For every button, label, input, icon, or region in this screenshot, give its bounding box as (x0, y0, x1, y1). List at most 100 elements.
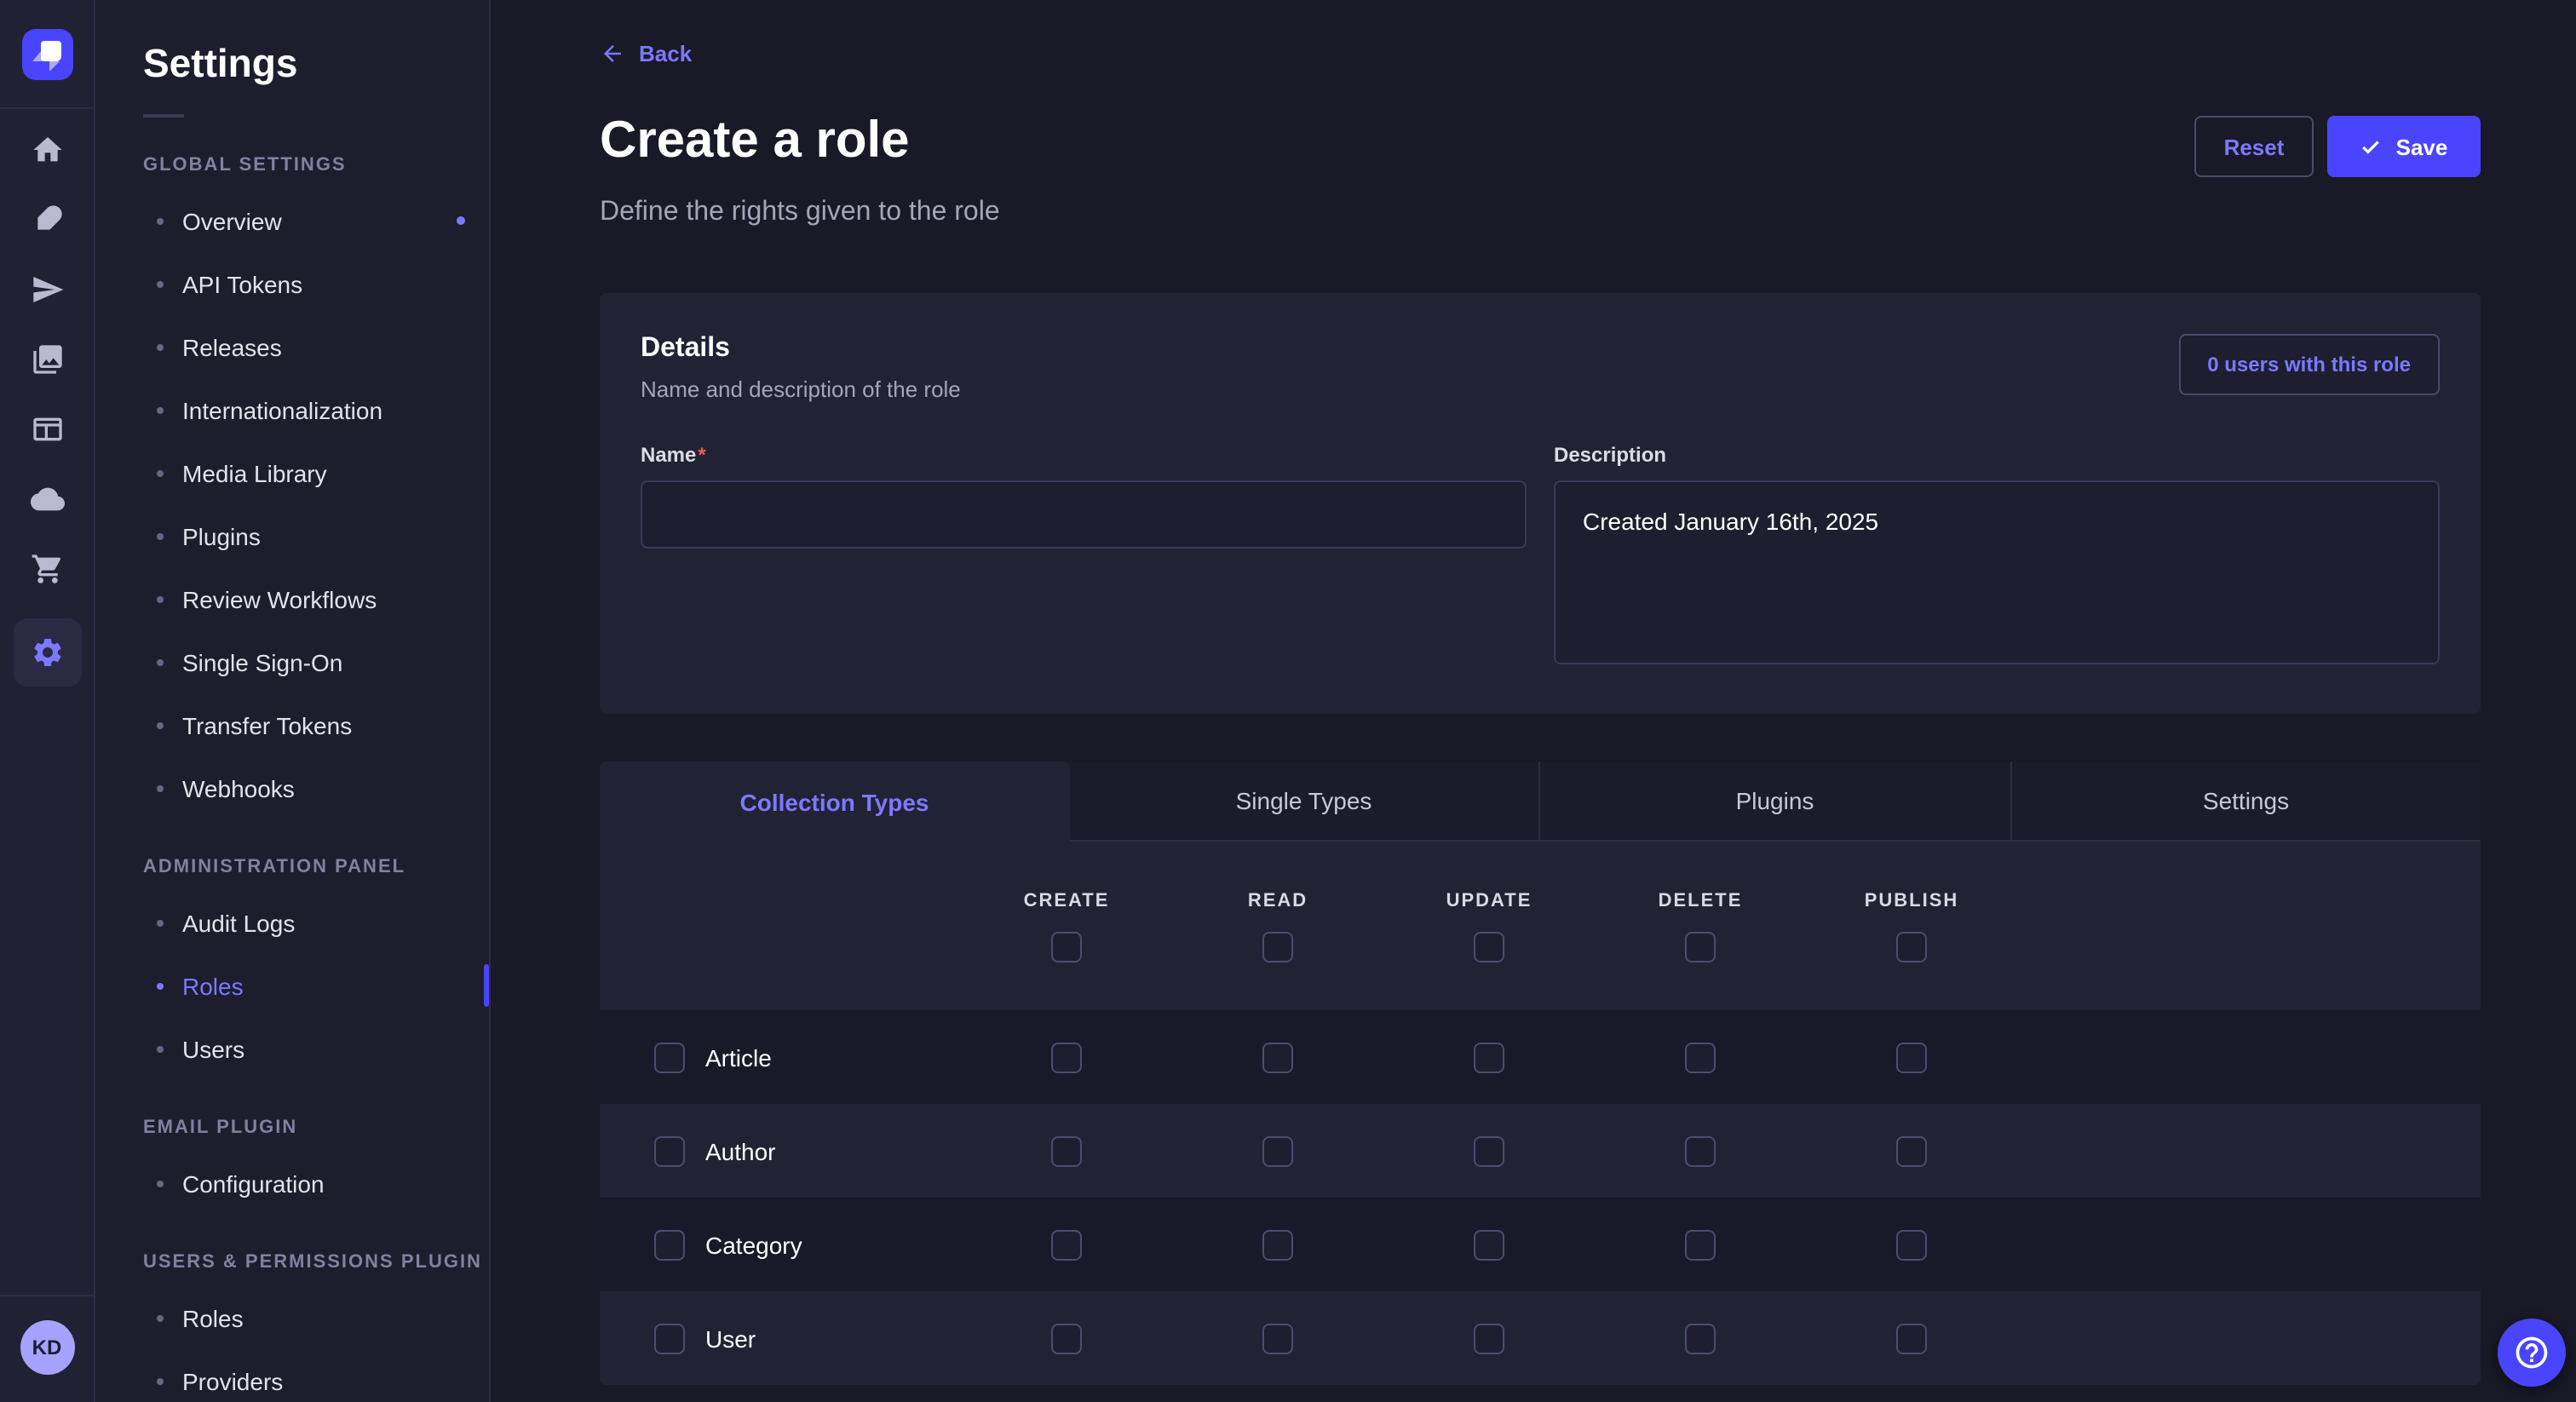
sidebar-item-webhooks[interactable]: Webhooks (95, 756, 489, 819)
app-window: KD Settings GLOBAL SETTINGS Overview API… (0, 0, 2576, 1402)
sidebar-item-configuration[interactable]: Configuration (95, 1152, 489, 1215)
row-select-checkbox[interactable] (654, 1135, 685, 1166)
back-link[interactable]: Back (600, 41, 692, 66)
users-with-role-button[interactable]: 0 users with this role (2178, 334, 2440, 395)
page-subtitle: Define the rights given to the role (600, 198, 2481, 228)
save-button[interactable]: Save (2327, 116, 2481, 177)
sidebar-item-media-library[interactable]: Media Library (95, 441, 489, 504)
table-row-user: User (600, 1291, 2481, 1385)
bullet-icon (157, 919, 164, 926)
article-read-checkbox[interactable] (1262, 1042, 1293, 1072)
details-card: Details Name and description of the role… (600, 293, 2481, 714)
row-select-checkbox[interactable] (654, 1229, 685, 1260)
category-create-checkbox[interactable] (1051, 1229, 1082, 1260)
bullet-icon (157, 784, 164, 791)
tab-collection-types[interactable]: Collection Types (600, 761, 1069, 842)
article-publish-checkbox[interactable] (1896, 1042, 1927, 1072)
select-all-publish-checkbox[interactable] (1896, 931, 1927, 962)
sidebar-item-releases[interactable]: Releases (95, 315, 489, 378)
user-avatar[interactable]: KD (20, 1320, 74, 1375)
permissions-tabs: Collection Types Single Types Plugins Se… (600, 761, 2481, 842)
author-update-checkbox[interactable] (1474, 1135, 1504, 1166)
strapi-logo[interactable] (21, 28, 72, 79)
row-label-cell: User (600, 1323, 961, 1353)
category-publish-checkbox[interactable] (1896, 1229, 1927, 1260)
select-all-update-checkbox[interactable] (1474, 931, 1504, 962)
bullet-icon (157, 280, 164, 287)
select-all-delete-checkbox[interactable] (1685, 931, 1716, 962)
category-read-checkbox[interactable] (1262, 1229, 1293, 1260)
sidebar-item-roles-up[interactable]: Roles (95, 1286, 489, 1349)
article-update-checkbox[interactable] (1474, 1042, 1504, 1072)
sidebar-item-providers[interactable]: Providers (95, 1349, 489, 1402)
cart-icon[interactable] (26, 549, 67, 589)
category-update-checkbox[interactable] (1474, 1229, 1504, 1260)
permissions-table-header: CREATE READ UPDATE DELETE (600, 842, 2481, 1010)
description-textarea[interactable] (1554, 480, 2440, 664)
required-asterisk: * (698, 443, 705, 467)
home-icon[interactable] (26, 129, 67, 170)
tab-single-types[interactable]: Single Types (1069, 761, 1538, 842)
sidebar-item-overview[interactable]: Overview (95, 189, 489, 252)
bullet-icon (157, 406, 164, 413)
user-read-checkbox[interactable] (1262, 1323, 1293, 1353)
rail-footer: KD (0, 1295, 94, 1402)
sidebar-item-roles-admin[interactable]: Roles (95, 954, 489, 1017)
sidebar-item-audit-logs[interactable]: Audit Logs (95, 891, 489, 954)
help-button[interactable] (2498, 1319, 2566, 1387)
settings-gear-icon[interactable] (13, 618, 81, 687)
section-label-global-settings: GLOBAL SETTINGS (143, 155, 489, 175)
row-label-cell: Article (600, 1042, 961, 1072)
tab-settings[interactable]: Settings (2010, 761, 2481, 842)
sidebar-item-single-sign-on[interactable]: Single Sign-On (95, 630, 489, 693)
category-delete-checkbox[interactable] (1685, 1229, 1716, 1260)
column-read: READ (1172, 842, 1383, 1010)
sidebar-item-internationalization[interactable]: Internationalization (95, 378, 489, 441)
media-gallery-icon[interactable] (26, 339, 67, 380)
author-publish-checkbox[interactable] (1896, 1135, 1927, 1166)
layout-icon[interactable] (26, 409, 67, 450)
article-delete-checkbox[interactable] (1685, 1042, 1716, 1072)
user-update-checkbox[interactable] (1474, 1323, 1504, 1353)
sidebar-item-api-tokens[interactable]: API Tokens (95, 252, 489, 315)
author-read-checkbox[interactable] (1262, 1135, 1293, 1166)
row-label-cell: Category (600, 1229, 961, 1260)
user-create-checkbox[interactable] (1051, 1323, 1082, 1353)
user-delete-checkbox[interactable] (1685, 1323, 1716, 1353)
bullet-icon (157, 1045, 164, 1052)
header-actions: Reset Save (2194, 116, 2481, 177)
row-select-checkbox[interactable] (654, 1323, 685, 1353)
name-field-group: Name* (641, 443, 1527, 673)
article-create-checkbox[interactable] (1051, 1042, 1082, 1072)
main-content: Back Create a role Reset Save Define the… (491, 0, 2576, 1402)
cloud-icon[interactable] (26, 479, 67, 520)
bullet-icon (157, 532, 164, 539)
sidebar-item-plugins[interactable]: Plugins (95, 504, 489, 567)
bullet-icon (157, 1377, 164, 1384)
page-title: Create a role (600, 112, 910, 169)
select-all-create-checkbox[interactable] (1051, 931, 1082, 962)
name-input[interactable] (641, 480, 1527, 549)
permissions-table: CREATE READ UPDATE DELETE (600, 842, 2481, 1385)
user-publish-checkbox[interactable] (1896, 1323, 1927, 1353)
reset-button[interactable]: Reset (2194, 116, 2314, 177)
feather-icon[interactable] (26, 199, 67, 240)
bullet-icon (157, 982, 164, 989)
notification-dot-icon (457, 216, 465, 225)
rail-icon-list (13, 109, 81, 1295)
icon-rail: KD (0, 0, 95, 1402)
description-label: Description (1554, 443, 2440, 467)
sidebar-item-transfer-tokens[interactable]: Transfer Tokens (95, 693, 489, 756)
tab-plugins[interactable]: Plugins (1538, 761, 2010, 842)
author-delete-checkbox[interactable] (1685, 1135, 1716, 1166)
sidebar-item-users[interactable]: Users (95, 1017, 489, 1080)
section-label-users-permissions-plugin: USERS & PERMISSIONS PLUGIN (143, 1252, 489, 1273)
select-all-read-checkbox[interactable] (1262, 931, 1293, 962)
bullet-icon (157, 1314, 164, 1321)
row-select-checkbox[interactable] (654, 1042, 685, 1072)
send-icon[interactable] (26, 269, 67, 310)
sidebar-item-review-workflows[interactable]: Review Workflows (95, 567, 489, 630)
author-create-checkbox[interactable] (1051, 1135, 1082, 1166)
page-header: Create a role Reset Save (600, 112, 2481, 177)
name-label: Name* (641, 443, 1527, 467)
